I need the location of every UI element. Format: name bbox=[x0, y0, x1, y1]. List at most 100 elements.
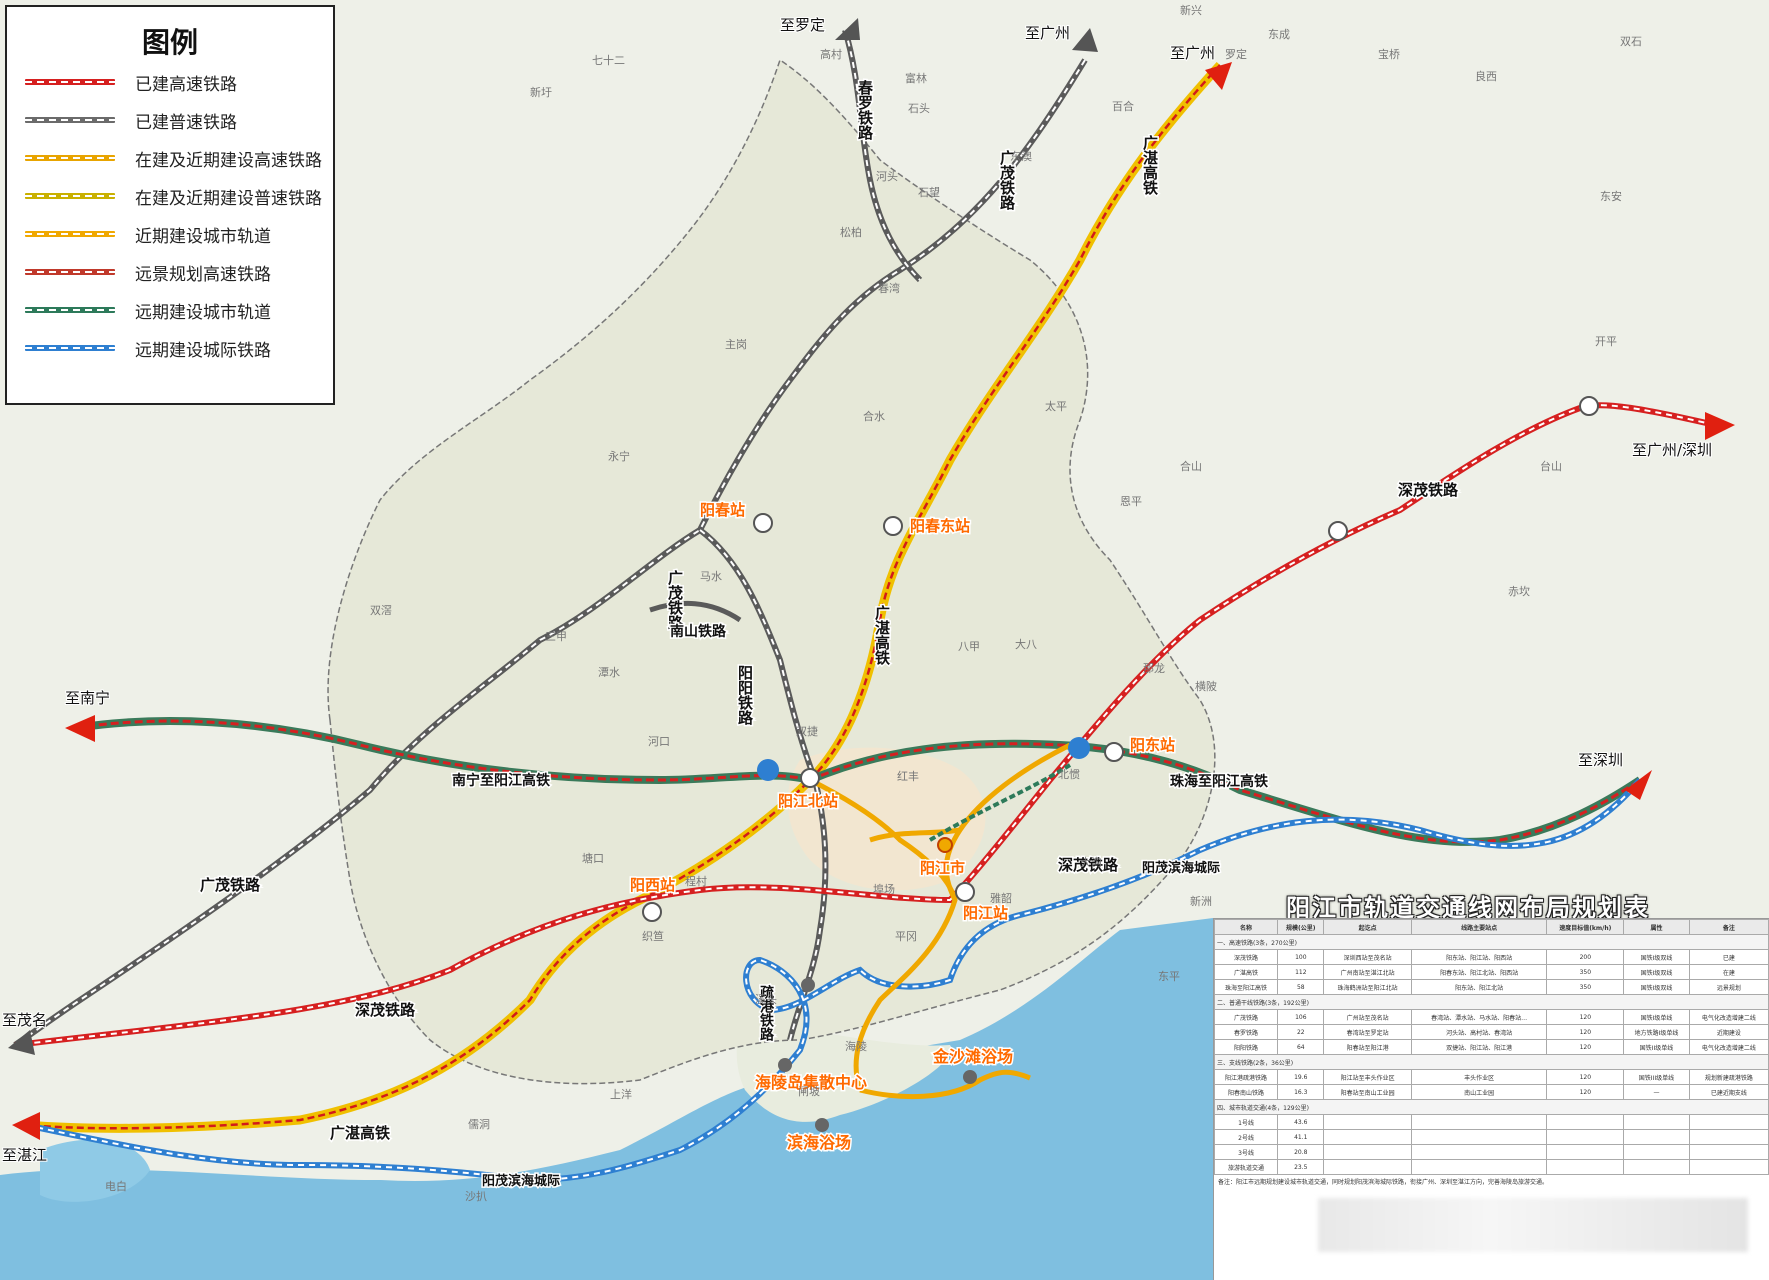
table-cell: 120 bbox=[1546, 1084, 1625, 1100]
table-cell: 国铁III级单线 bbox=[1623, 1069, 1690, 1085]
town-label: 东成 bbox=[1268, 28, 1290, 41]
legend-label: 已建普速铁路 bbox=[135, 112, 237, 133]
town-label: 新洲 bbox=[1190, 894, 1212, 908]
table-cell bbox=[1688, 1114, 1769, 1130]
table-cell: 350 bbox=[1546, 979, 1625, 995]
town-label: 合水 bbox=[863, 409, 885, 423]
table-cell: 120 bbox=[1546, 1039, 1625, 1055]
table-cell: 珠海至阳江高铁 bbox=[1214, 979, 1279, 995]
port-stop-icon bbox=[801, 978, 815, 992]
table-section-title: 三、支线铁路(2条，36公里) bbox=[1214, 1054, 1769, 1070]
table-cell: 19.6 bbox=[1277, 1069, 1325, 1085]
town-label: 红丰 bbox=[897, 770, 919, 783]
table-cell: 近期建设 bbox=[1688, 1024, 1769, 1040]
table-cell: 120 bbox=[1546, 1069, 1625, 1085]
table-row: 广湛高铁 112 广州南站至湛江北站 阳春东站、阳江北站、阳西站 350 国铁I级双线 在建 bbox=[1214, 964, 1769, 980]
town-label: 永宁 bbox=[608, 449, 630, 463]
town-label: 良西 bbox=[1475, 69, 1497, 83]
legend-item: 远期建设城际铁路 bbox=[25, 331, 271, 365]
dest-zhanjiang: 至湛江 bbox=[2, 1146, 47, 1164]
legend-swatch bbox=[25, 269, 115, 275]
table-section-row: 二、普通干线铁路(3条，192公里) bbox=[1214, 994, 1769, 1010]
arrow-nanning bbox=[65, 715, 95, 742]
town-label: 宝桥 bbox=[1378, 47, 1400, 61]
town-label: 合山 bbox=[1180, 459, 1202, 473]
table-cell: 春湾站至罗定站 bbox=[1323, 1024, 1412, 1040]
legend-label: 远期建设城市轨道 bbox=[135, 302, 271, 323]
table-cell: 阳春南山铁路 bbox=[1214, 1084, 1279, 1100]
table-cell: 41.1 bbox=[1277, 1129, 1325, 1145]
town-label: 东澳 bbox=[1010, 150, 1032, 163]
line-label-guangmao-west: 广茂铁路 bbox=[666, 569, 684, 630]
legend-item: 在建及近期建设普速铁路 bbox=[25, 179, 322, 213]
table-cell: 22 bbox=[1277, 1024, 1325, 1040]
line-label-shenmao-east: 深茂铁路 bbox=[1398, 481, 1459, 499]
town-label: 北惯 bbox=[1058, 767, 1080, 781]
table-cell: 国铁I级单线 bbox=[1623, 1009, 1690, 1025]
town-label: 沙扒 bbox=[465, 1189, 487, 1203]
legend-swatch bbox=[25, 79, 115, 85]
town-label: 双滘 bbox=[370, 604, 392, 617]
table-cell: 在建 bbox=[1688, 964, 1769, 980]
dest-guangzhou-shenzhen: 至广州/深圳 bbox=[1632, 441, 1712, 459]
table-cell bbox=[1410, 1144, 1548, 1160]
table-cell bbox=[1323, 1129, 1412, 1145]
town-label: 赤坎 bbox=[1508, 585, 1530, 598]
table-cell: 国铁I级双线 bbox=[1623, 949, 1690, 965]
legend-swatch bbox=[25, 193, 115, 199]
table-cell bbox=[1546, 1159, 1625, 1175]
town-label: 罗定 bbox=[1225, 47, 1247, 61]
town-label: 台山 bbox=[1540, 459, 1562, 473]
jinshatan-label: 金沙滩浴场 bbox=[932, 1047, 1013, 1066]
table-cell: 阳春站至南山工业园 bbox=[1323, 1084, 1412, 1100]
table-cell bbox=[1688, 1129, 1769, 1145]
table-cell: 国铁I级双线 bbox=[1623, 964, 1690, 980]
line-label-shenmao-west: 深茂铁路 bbox=[355, 1001, 416, 1019]
table-cell: 阳江港疏港铁路 bbox=[1214, 1069, 1279, 1085]
table-section-title: 一、高速铁路(3条，270公里) bbox=[1214, 934, 1769, 950]
town-label: 上洋 bbox=[610, 1087, 632, 1101]
station-taishan-icon bbox=[1579, 396, 1599, 416]
table-cell: 已建近期支线 bbox=[1688, 1084, 1769, 1100]
town-label: 百合 bbox=[1112, 99, 1134, 113]
town-label: 七十二 bbox=[592, 53, 625, 67]
table-row: 春罗铁路 22 春湾站至罗定站 河头站、高村站、春湾站 120 地方铁路I级单线 近期建设 bbox=[1214, 1024, 1769, 1040]
table-cell: 20.8 bbox=[1277, 1144, 1325, 1160]
town-label: 河头 bbox=[876, 170, 898, 183]
jinshatan-stop-icon bbox=[963, 1070, 977, 1084]
line-label-guangzhan-mid: 广湛高铁 bbox=[873, 604, 891, 666]
table-cell bbox=[1623, 1144, 1690, 1160]
table-cell: 春罗铁路 bbox=[1214, 1024, 1279, 1040]
line-label-guangmao-sw: 广茂铁路 bbox=[200, 876, 261, 894]
station-yangjiang-north-icon bbox=[800, 768, 820, 788]
table-row: 珠海至阳江高铁 58 珠海鹤洲站至阳江北站 阳东站、阳江北站 350 国铁I级双线 远景规划 bbox=[1214, 979, 1769, 995]
table-cell: 200 bbox=[1546, 949, 1625, 965]
table-cell: 阳江站至丰头作业区 bbox=[1323, 1069, 1412, 1085]
table-cell: 阳阳铁路 bbox=[1214, 1039, 1279, 1055]
station-label-yangdong: 阳东站 bbox=[1130, 736, 1175, 754]
town-label: 开平 bbox=[1595, 335, 1617, 348]
town-label: 太平 bbox=[1045, 400, 1067, 413]
table-cell bbox=[1688, 1144, 1769, 1160]
table-cell: 国铁II级单线 bbox=[1623, 1039, 1690, 1055]
town-label: 儒洞 bbox=[468, 1118, 490, 1131]
dest-guangzhou-b: 至广州 bbox=[1170, 44, 1215, 62]
station-yangxi-icon bbox=[642, 902, 662, 922]
table-row: 2号线 41.1 bbox=[1214, 1129, 1769, 1145]
table-cell: 1号线 bbox=[1214, 1114, 1279, 1130]
dest-maoming: 至茂名 bbox=[2, 1011, 47, 1029]
town-label: 平冈 bbox=[895, 930, 917, 943]
legend-item: 已建普速铁路 bbox=[25, 103, 237, 137]
town-label: 双捷 bbox=[796, 724, 818, 738]
town-label: 松柏 bbox=[840, 225, 862, 239]
station-yangchun-icon bbox=[753, 513, 773, 533]
table-cell: 100 bbox=[1277, 949, 1325, 965]
station-yangdong-icon bbox=[1104, 742, 1124, 762]
table-cell: 旅游轨道交通 bbox=[1214, 1159, 1279, 1175]
table-cell: 58 bbox=[1277, 979, 1325, 995]
legend-item: 远景规划高速铁路 bbox=[25, 255, 271, 289]
binhai-stop-icon bbox=[815, 1118, 829, 1132]
table-cell: 3号线 bbox=[1214, 1144, 1279, 1160]
town-label: 塘口 bbox=[582, 851, 604, 865]
legend-item: 近期建设城市轨道 bbox=[25, 217, 271, 251]
